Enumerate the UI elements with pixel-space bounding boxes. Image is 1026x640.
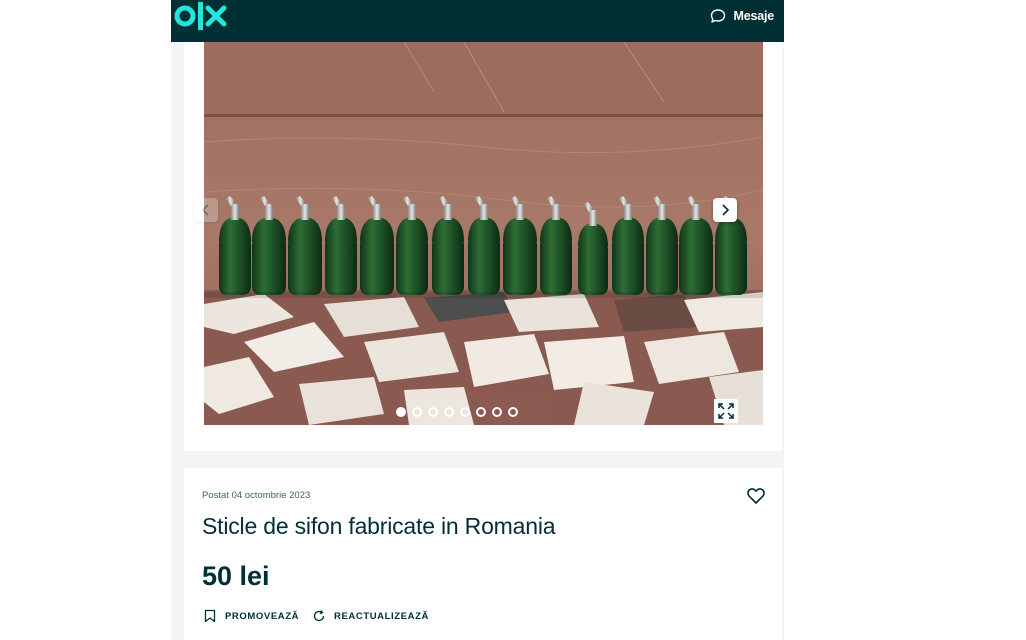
refresh-button[interactable]: REACTUALIZEAZĂ xyxy=(312,609,429,623)
image-dot-6[interactable] xyxy=(476,407,486,417)
image-dot-5[interactable] xyxy=(460,407,470,417)
image-dot-3[interactable] xyxy=(428,407,438,417)
expand-icon xyxy=(718,403,734,419)
listing-photo[interactable] xyxy=(204,42,763,425)
image-dot-8[interactable] xyxy=(508,407,518,417)
promote-button[interactable]: PROMOVEAZĂ xyxy=(203,609,299,623)
previous-image-button[interactable] xyxy=(194,198,218,222)
refresh-label: REACTUALIZEAZĂ xyxy=(334,610,429,622)
listing-price: 50 lei xyxy=(202,561,270,591)
chevron-left-icon xyxy=(201,204,209,216)
image-dot-4[interactable] xyxy=(444,407,454,417)
fullscreen-button[interactable] xyxy=(714,399,738,423)
bookmark-icon xyxy=(204,609,216,623)
messages-link[interactable]: Mesaje xyxy=(710,8,775,24)
favorite-button[interactable] xyxy=(746,486,766,506)
refresh-icon xyxy=(313,610,325,622)
image-dot-2[interactable] xyxy=(412,407,422,417)
image-dot-1[interactable] xyxy=(396,407,406,417)
olx-logo[interactable] xyxy=(174,2,230,30)
top-navigation-bar: Mesaje xyxy=(171,0,784,42)
chat-bubble-icon xyxy=(710,9,725,23)
messages-label: Mesaje xyxy=(733,9,775,23)
image-dot-7[interactable] xyxy=(492,407,502,417)
listing-details: Postat 04 octombrie 2023 Sticle de sifon… xyxy=(184,468,782,640)
image-gallery xyxy=(184,42,782,451)
image-pagination-dots xyxy=(396,407,518,417)
promote-label: PROMOVEAZĂ xyxy=(225,610,300,622)
next-image-button[interactable] xyxy=(713,198,737,222)
listing-title: Sticle de sifon fabricate in Romania xyxy=(202,513,556,539)
chevron-right-icon xyxy=(722,204,730,216)
posted-date: Postat 04 octombrie 2023 xyxy=(202,490,311,501)
heart-icon xyxy=(747,488,765,504)
